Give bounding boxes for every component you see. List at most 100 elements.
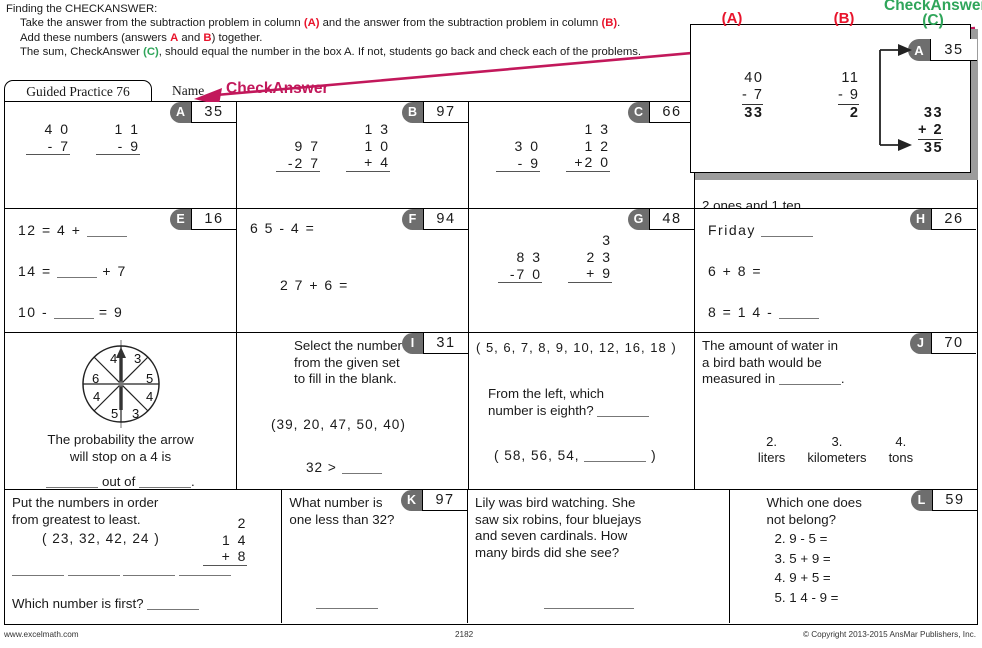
instructions-line-3: The sum, CheckAnswer (C), should equal t… (6, 45, 686, 59)
badge-value: 94 (423, 209, 468, 230)
problem-cell-a[interactable]: A 35 4 0 - 7 1 1 - 9 (5, 102, 237, 208)
problem-cell-k[interactable]: K 97 What number is one less than 32? (282, 490, 469, 623)
cell-i-question: 32 > (306, 459, 461, 476)
lily-line-4: many birds did she see? (475, 544, 620, 560)
equation-text-tail: = 9 (93, 304, 124, 320)
problem-cell-spinner[interactable]: 3 5 4 3 5 4 6 4 The probability the arro… (5, 333, 237, 489)
operand-top-2: 1 0 (364, 137, 390, 154)
svg-text:3: 3 (134, 351, 141, 366)
cell-j-options: 2. liters 3. kilometers 4. tons (702, 434, 969, 466)
cell-j-line-3-text: measured in (702, 371, 779, 387)
problem-cell-h[interactable]: H 26 Friday 6 + 8 = 8 = 1 4 - (695, 209, 976, 332)
answer-blank[interactable] (123, 575, 176, 577)
label-column-b: (B) (601, 17, 618, 30)
cell-l-option-4[interactable]: 4. 9 + 5 = (775, 570, 970, 587)
operand-sum: 2 (849, 105, 860, 121)
answer-blank[interactable] (46, 487, 99, 489)
problem-cell-b[interactable]: B 97 9 7 -2 7 1 3 1 0 + 4 (237, 102, 469, 208)
overlay-label-c: CheckAnswer (C) (884, 0, 982, 28)
operand-op: - 9 (96, 138, 140, 155)
answer-blank[interactable] (584, 461, 647, 463)
instructions-line-2-part-c: ) together. (211, 31, 263, 44)
cell-j-period: . (840, 371, 845, 387)
option-2[interactable]: 2. liters (758, 434, 785, 466)
answer-blank[interactable] (138, 487, 191, 489)
answer-blank[interactable] (544, 608, 635, 609)
problem-cell-e[interactable]: E 16 12 = 4 + 14 = + 7 10 - = 9 (5, 209, 237, 332)
answer-blank[interactable] (57, 277, 98, 278)
operand-top-1: 3 (602, 232, 612, 248)
vertical-problem: 3 2 3 + 9 (568, 232, 612, 283)
option-number: 4. (895, 433, 907, 449)
svg-text:4: 4 (146, 389, 153, 404)
vertical-problem: 3 0 - 9 (496, 138, 540, 172)
vertical-problem: 1 3 1 0 + 4 (346, 121, 390, 172)
grid-row-3: 3 5 4 3 5 4 6 4 The probability the arro… (5, 333, 977, 490)
lily-line-3: and seven cardinals. How (475, 528, 628, 544)
badge-letter: G (628, 209, 649, 230)
operand-op: - 9 (496, 155, 540, 172)
problem-cell-order[interactable]: Put the numbers in order from greatest t… (5, 490, 283, 623)
vertical-problem: 4 0 - 7 (26, 121, 70, 155)
option-label: tons (888, 449, 914, 465)
badge-value: 97 (423, 102, 468, 123)
answer-blank[interactable] (86, 236, 127, 237)
cell-i-question-text: 32 > (306, 459, 342, 475)
option-4[interactable]: 4. tons (889, 434, 914, 466)
operand-top-2: 1 2 (584, 137, 610, 154)
answer-blank[interactable] (12, 575, 64, 577)
cell-l-option-3[interactable]: 3. 5 + 9 = (775, 551, 970, 568)
svg-text:6: 6 (92, 371, 99, 386)
cell-l-option-2[interactable]: 2. 9 - 5 = (775, 531, 970, 548)
problem-cell-c[interactable]: C 66 3 0 - 9 1 3 1 2 +2 0 (469, 102, 695, 208)
problem-cell-g[interactable]: G 48 8 3 -7 0 3 2 3 + 9 (469, 209, 695, 332)
answer-badge-f: F 94 (402, 209, 468, 230)
answer-blank[interactable] (778, 384, 841, 386)
option-3[interactable]: 3. kilometers (807, 434, 866, 466)
svg-text:3: 3 (132, 406, 139, 421)
answer-blank[interactable] (761, 236, 814, 237)
answer-blank[interactable] (341, 472, 382, 474)
equation-text: 12 = 4 + (18, 222, 87, 238)
instructions-line-1-part-a: Take the answer from the subtraction pro… (20, 17, 304, 30)
problem-cell-j[interactable]: J 70 The amount of water in a bird bath … (695, 333, 976, 489)
label-column-a: (A) (303, 17, 320, 30)
problem-cell-lily[interactable]: Lily was bird watching. She saw six robi… (468, 490, 730, 623)
worksheet-title-tab: Guided Practice 76 (4, 80, 152, 102)
cell-l-option-5[interactable]: 5. 1 4 - 9 = (775, 590, 970, 607)
vertical-problem: 8 3 -7 0 (498, 249, 542, 283)
grid-row-4: Put the numbers in order from greatest t… (5, 490, 977, 623)
operand-top: 3 0 (514, 138, 540, 154)
problem-cell-f[interactable]: F 94 6 5 - 4 = 2 7 + 6 = (237, 209, 469, 332)
problem-cell-eighth[interactable]: ( 5, 6, 7, 8, 9, 10, 12, 16, 18 ) From t… (469, 333, 695, 489)
equation-line: 10 - = 9 (18, 304, 229, 321)
problem-cell-i[interactable]: I 31 Select the number from the given se… (237, 333, 469, 489)
badge-letter: I (402, 333, 423, 354)
answer-blank[interactable] (778, 318, 819, 319)
answer-blank[interactable] (179, 575, 232, 577)
vertical-problem: 2 1 4 + 8 (203, 515, 248, 566)
cell-d-text: 2 ones and 1 ten (702, 198, 802, 208)
svg-text:5: 5 (111, 406, 118, 421)
answer-blank[interactable] (147, 609, 200, 611)
answer-blank[interactable] (53, 318, 94, 319)
badge-value: 59 (931, 490, 977, 511)
operand-op: + 9 (568, 265, 612, 283)
operand-op: +2 0 (566, 154, 610, 172)
overlay-checkanswer-sum: 33 + 2 35 (918, 105, 944, 157)
eighth-question-text: number is eighth? (488, 402, 594, 418)
operand-op: - 7 (742, 87, 764, 105)
answer-blank[interactable] (67, 575, 120, 577)
problem-cell-l[interactable]: L 59 Which one does not belong? 2. 9 - 5… (730, 490, 977, 623)
answer-blank[interactable] (597, 415, 650, 417)
option-number: 3. (831, 433, 843, 449)
operand-op: - 7 (26, 138, 70, 155)
operand-top: 4 0 (44, 121, 70, 137)
label-checkanswer-c: (C) (143, 46, 159, 59)
answer-blank[interactable] (316, 608, 379, 609)
instructions-block: Finding the CHECKANSWER: Take the answer… (6, 2, 686, 60)
equation-line: 8 = 1 4 - (708, 304, 969, 321)
vertical-problem: 1 1 - 9 (96, 121, 140, 155)
badge-value: 66 (649, 102, 694, 123)
badge-value: 35 (930, 39, 977, 61)
